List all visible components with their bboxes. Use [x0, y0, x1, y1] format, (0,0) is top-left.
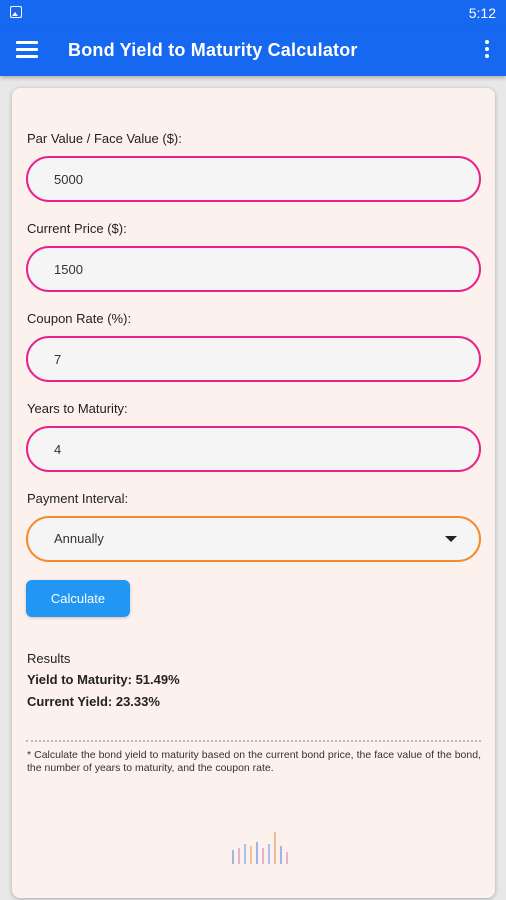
coupon-rate-input[interactable]	[28, 338, 479, 380]
app-title: Bond Yield to Maturity Calculator	[68, 40, 358, 60]
calculator-card: Par Value / Face Value ($): Current Pric…	[12, 88, 495, 898]
par-value-field-wrapper	[26, 156, 481, 202]
status-bar: 5:12	[0, 0, 506, 26]
yield-to-maturity-result: Yield to Maturity: 51.49%	[27, 672, 180, 687]
dropdown-caret-icon	[445, 536, 457, 542]
years-to-maturity-field-wrapper	[26, 426, 481, 472]
footnote: * Calculate the bond yield to maturity b…	[27, 749, 481, 774]
app-bar: Bond Yield to Maturity Calculator	[0, 26, 506, 76]
years-to-maturity-input[interactable]	[28, 428, 479, 470]
par-value-label: Par Value / Face Value ($):	[27, 131, 182, 146]
current-price-field-wrapper	[26, 246, 481, 292]
payment-interval-select[interactable]: Annually	[26, 516, 481, 562]
menu-icon[interactable]	[16, 41, 38, 59]
more-vert-icon[interactable]	[482, 40, 492, 62]
logo-bars-icon	[232, 832, 288, 864]
status-time: 5:12	[468, 5, 496, 21]
years-to-maturity-label: Years to Maturity:	[27, 401, 128, 416]
coupon-rate-field-wrapper	[26, 336, 481, 382]
par-value-input[interactable]	[28, 158, 479, 200]
results-heading: Results	[27, 651, 71, 666]
payment-interval-value: Annually	[54, 531, 104, 546]
payment-interval-label: Payment Interval:	[27, 491, 129, 506]
current-price-input[interactable]	[28, 248, 479, 290]
coupon-rate-label: Coupon Rate (%):	[27, 311, 132, 326]
divider	[26, 740, 481, 742]
current-price-label: Current Price ($):	[27, 221, 127, 236]
current-yield-result: Current Yield: 23.33%	[27, 694, 160, 709]
calculate-button[interactable]: Calculate	[26, 580, 130, 617]
image-notification-icon	[10, 6, 22, 18]
